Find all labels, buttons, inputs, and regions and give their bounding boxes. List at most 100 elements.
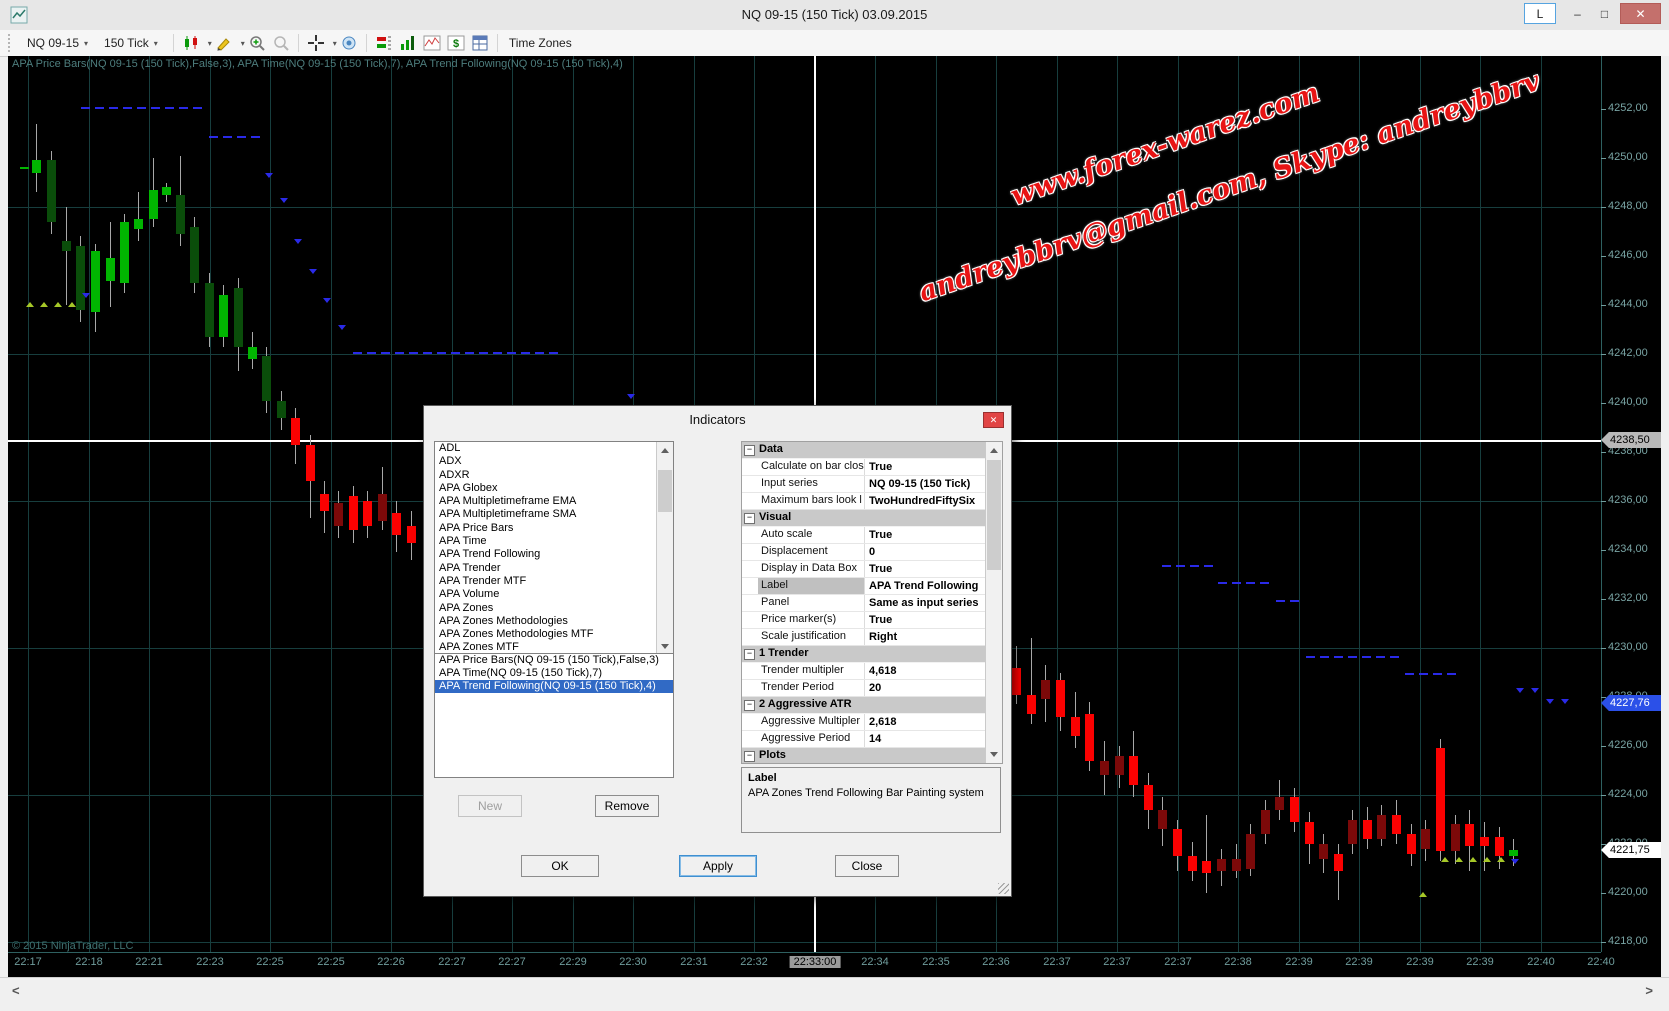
property-value[interactable]: True bbox=[865, 459, 986, 475]
configured-indicator-item[interactable]: APA Trend Following(NQ 09-15 (150 Tick),… bbox=[435, 680, 673, 693]
configured-indicator-item[interactable]: APA Time(NQ 09-15 (150 Tick),7) bbox=[435, 667, 673, 680]
property-value[interactable]: 4,618 bbox=[865, 663, 986, 679]
property-row-label[interactable]: LabelAPA Trend Following bbox=[742, 578, 986, 595]
property-row-auto-scale[interactable]: Auto scaleTrue bbox=[742, 527, 986, 544]
list-scrollbar[interactable] bbox=[656, 442, 673, 655]
draw-tool-button[interactable] bbox=[213, 33, 235, 53]
indicator-list-item[interactable]: ADL bbox=[435, 442, 673, 455]
indicator-list-item[interactable]: APA Zones Methodologies MTF bbox=[435, 628, 673, 641]
indicator-list-item[interactable]: ADXR bbox=[435, 469, 673, 482]
zoom-in-button[interactable] bbox=[246, 33, 268, 53]
resize-grip[interactable] bbox=[998, 883, 1009, 894]
remove-button[interactable]: Remove bbox=[595, 795, 659, 817]
indicator-list-item[interactable]: APA Trender bbox=[435, 562, 673, 575]
apply-button[interactable]: Apply bbox=[679, 855, 757, 877]
chevron-down-icon[interactable]: ▾ bbox=[208, 39, 212, 48]
scroll-right-arrow[interactable]: > bbox=[1645, 983, 1653, 998]
horizontal-scrollbar[interactable]: < > bbox=[0, 977, 1669, 1011]
toolbar-grip-icon[interactable] bbox=[8, 34, 15, 52]
indicator-panel-button[interactable] bbox=[421, 33, 443, 53]
collapse-icon[interactable]: − bbox=[744, 700, 755, 711]
property-value[interactable]: 20 bbox=[865, 680, 986, 696]
new-button[interactable]: New bbox=[458, 795, 522, 817]
indicator-list-item[interactable]: APA Multipletimeframe EMA bbox=[435, 495, 673, 508]
time-zones-label[interactable]: Time Zones bbox=[509, 36, 572, 50]
chart-style-button[interactable] bbox=[180, 33, 202, 53]
scroll-up-icon[interactable] bbox=[661, 448, 669, 453]
property-value[interactable]: 2,618 bbox=[865, 714, 986, 730]
property-row-input-series[interactable]: Input seriesNQ 09-15 (150 Tick) bbox=[742, 476, 986, 493]
crosshair-button[interactable] bbox=[305, 33, 327, 53]
property-group-visual[interactable]: −Visual bbox=[742, 510, 986, 527]
instrument-dropdown[interactable]: NQ 09-15 ▾ bbox=[21, 34, 94, 52]
property-row-calculate-on-bar-clos[interactable]: Calculate on bar closTrue bbox=[742, 459, 986, 476]
account-button[interactable]: $ bbox=[445, 33, 467, 53]
scroll-left-arrow[interactable]: < bbox=[12, 983, 20, 998]
zoom-out-button[interactable] bbox=[270, 33, 292, 53]
bar-settings-button[interactable] bbox=[373, 33, 395, 53]
close-button[interactable]: ✕ bbox=[1620, 3, 1661, 24]
collapse-icon[interactable]: − bbox=[744, 445, 755, 456]
indicator-list-item[interactable]: APA Price Bars bbox=[435, 522, 673, 535]
minimize-button[interactable]: – bbox=[1565, 3, 1590, 24]
dialog-close-icon[interactable]: ✕ bbox=[983, 412, 1004, 428]
property-value[interactable]: Same as input series bbox=[865, 595, 986, 611]
link-button[interactable]: L bbox=[1524, 3, 1556, 24]
property-value[interactable]: Right bbox=[865, 629, 986, 645]
volume-button[interactable] bbox=[397, 33, 419, 53]
snapshot-button[interactable] bbox=[338, 33, 360, 53]
indicator-list-item[interactable]: APA Multipletimeframe SMA bbox=[435, 508, 673, 521]
scroll-down-icon[interactable] bbox=[990, 752, 998, 757]
collapse-icon[interactable]: − bbox=[744, 649, 755, 660]
property-value[interactable]: True bbox=[865, 527, 986, 543]
data-table-button[interactable] bbox=[469, 33, 491, 53]
chevron-down-icon[interactable]: ▾ bbox=[241, 39, 245, 48]
property-value[interactable]: TwoHundredFiftySix bbox=[865, 493, 986, 509]
property-value[interactable]: APA Trend Following bbox=[865, 578, 986, 594]
property-group-plots[interactable]: −Plots bbox=[742, 748, 986, 764]
indicator-list-item[interactable]: APA Globex bbox=[435, 482, 673, 495]
property-grid[interactable]: −DataCalculate on bar closTrueInput seri… bbox=[741, 441, 1003, 764]
property-grid-scrollbar[interactable] bbox=[985, 442, 1002, 763]
vertical-scroll-strip[interactable] bbox=[1661, 56, 1669, 977]
interval-dropdown[interactable]: 150 Tick ▾ bbox=[98, 34, 164, 52]
scroll-up-icon[interactable] bbox=[990, 448, 998, 453]
collapse-icon[interactable]: − bbox=[744, 751, 755, 762]
property-row-aggressive-multipler[interactable]: Aggressive Multipler2,618 bbox=[742, 714, 986, 731]
property-row-display-in-data-box[interactable]: Display in Data BoxTrue bbox=[742, 561, 986, 578]
indicator-list-item[interactable]: APA Zones Methodologies bbox=[435, 615, 673, 628]
dialog-titlebar[interactable]: Indicators ✕ bbox=[424, 406, 1011, 434]
indicator-list-item[interactable]: ADX bbox=[435, 455, 673, 468]
scroll-down-icon[interactable] bbox=[661, 644, 669, 649]
configured-indicators-list[interactable]: APA Price Bars(NQ 09-15 (150 Tick),False… bbox=[434, 653, 674, 778]
collapse-icon[interactable]: − bbox=[744, 513, 755, 524]
property-row-maximum-bars-look-l[interactable]: Maximum bars look lTwoHundredFiftySix bbox=[742, 493, 986, 510]
available-indicators-list[interactable]: ADLADXADXRAPA GlobexAPA Multipletimefram… bbox=[434, 441, 674, 656]
ok-button[interactable]: OK bbox=[521, 855, 599, 877]
property-row-trender-multipler[interactable]: Trender multipler4,618 bbox=[742, 663, 986, 680]
property-row-trender-period[interactable]: Trender Period20 bbox=[742, 680, 986, 697]
property-row-displacement[interactable]: Displacement0 bbox=[742, 544, 986, 561]
indicator-list-item[interactable]: APA Trend Following bbox=[435, 548, 673, 561]
property-value[interactable]: 14 bbox=[865, 731, 986, 747]
close-button-dialog[interactable]: Close bbox=[835, 855, 899, 877]
property-group-1-trender[interactable]: −1 Trender bbox=[742, 646, 986, 663]
configured-indicator-item[interactable]: APA Price Bars(NQ 09-15 (150 Tick),False… bbox=[435, 654, 673, 667]
property-value[interactable]: True bbox=[865, 612, 986, 628]
maximize-button[interactable]: □ bbox=[1592, 3, 1617, 24]
property-group-data[interactable]: −Data bbox=[742, 442, 986, 459]
property-value[interactable]: NQ 09-15 (150 Tick) bbox=[865, 476, 986, 492]
scrollbar-thumb[interactable] bbox=[658, 470, 672, 512]
property-row-panel[interactable]: PanelSame as input series bbox=[742, 595, 986, 612]
property-value[interactable]: True bbox=[865, 561, 986, 577]
indicator-list-item[interactable]: APA Zones bbox=[435, 602, 673, 615]
indicator-list-item[interactable]: APA Trender MTF bbox=[435, 575, 673, 588]
property-group-2-aggressive-atr[interactable]: −2 Aggressive ATR bbox=[742, 697, 986, 714]
property-row-price-marker-s-[interactable]: Price marker(s)True bbox=[742, 612, 986, 629]
indicator-list-item[interactable]: APA Time bbox=[435, 535, 673, 548]
property-row-scale-justification[interactable]: Scale justificationRight bbox=[742, 629, 986, 646]
indicator-list-item[interactable]: APA Volume bbox=[435, 588, 673, 601]
property-value[interactable]: 0 bbox=[865, 544, 986, 560]
chevron-down-icon[interactable]: ▾ bbox=[333, 39, 337, 48]
property-row-aggressive-period[interactable]: Aggressive Period14 bbox=[742, 731, 986, 748]
